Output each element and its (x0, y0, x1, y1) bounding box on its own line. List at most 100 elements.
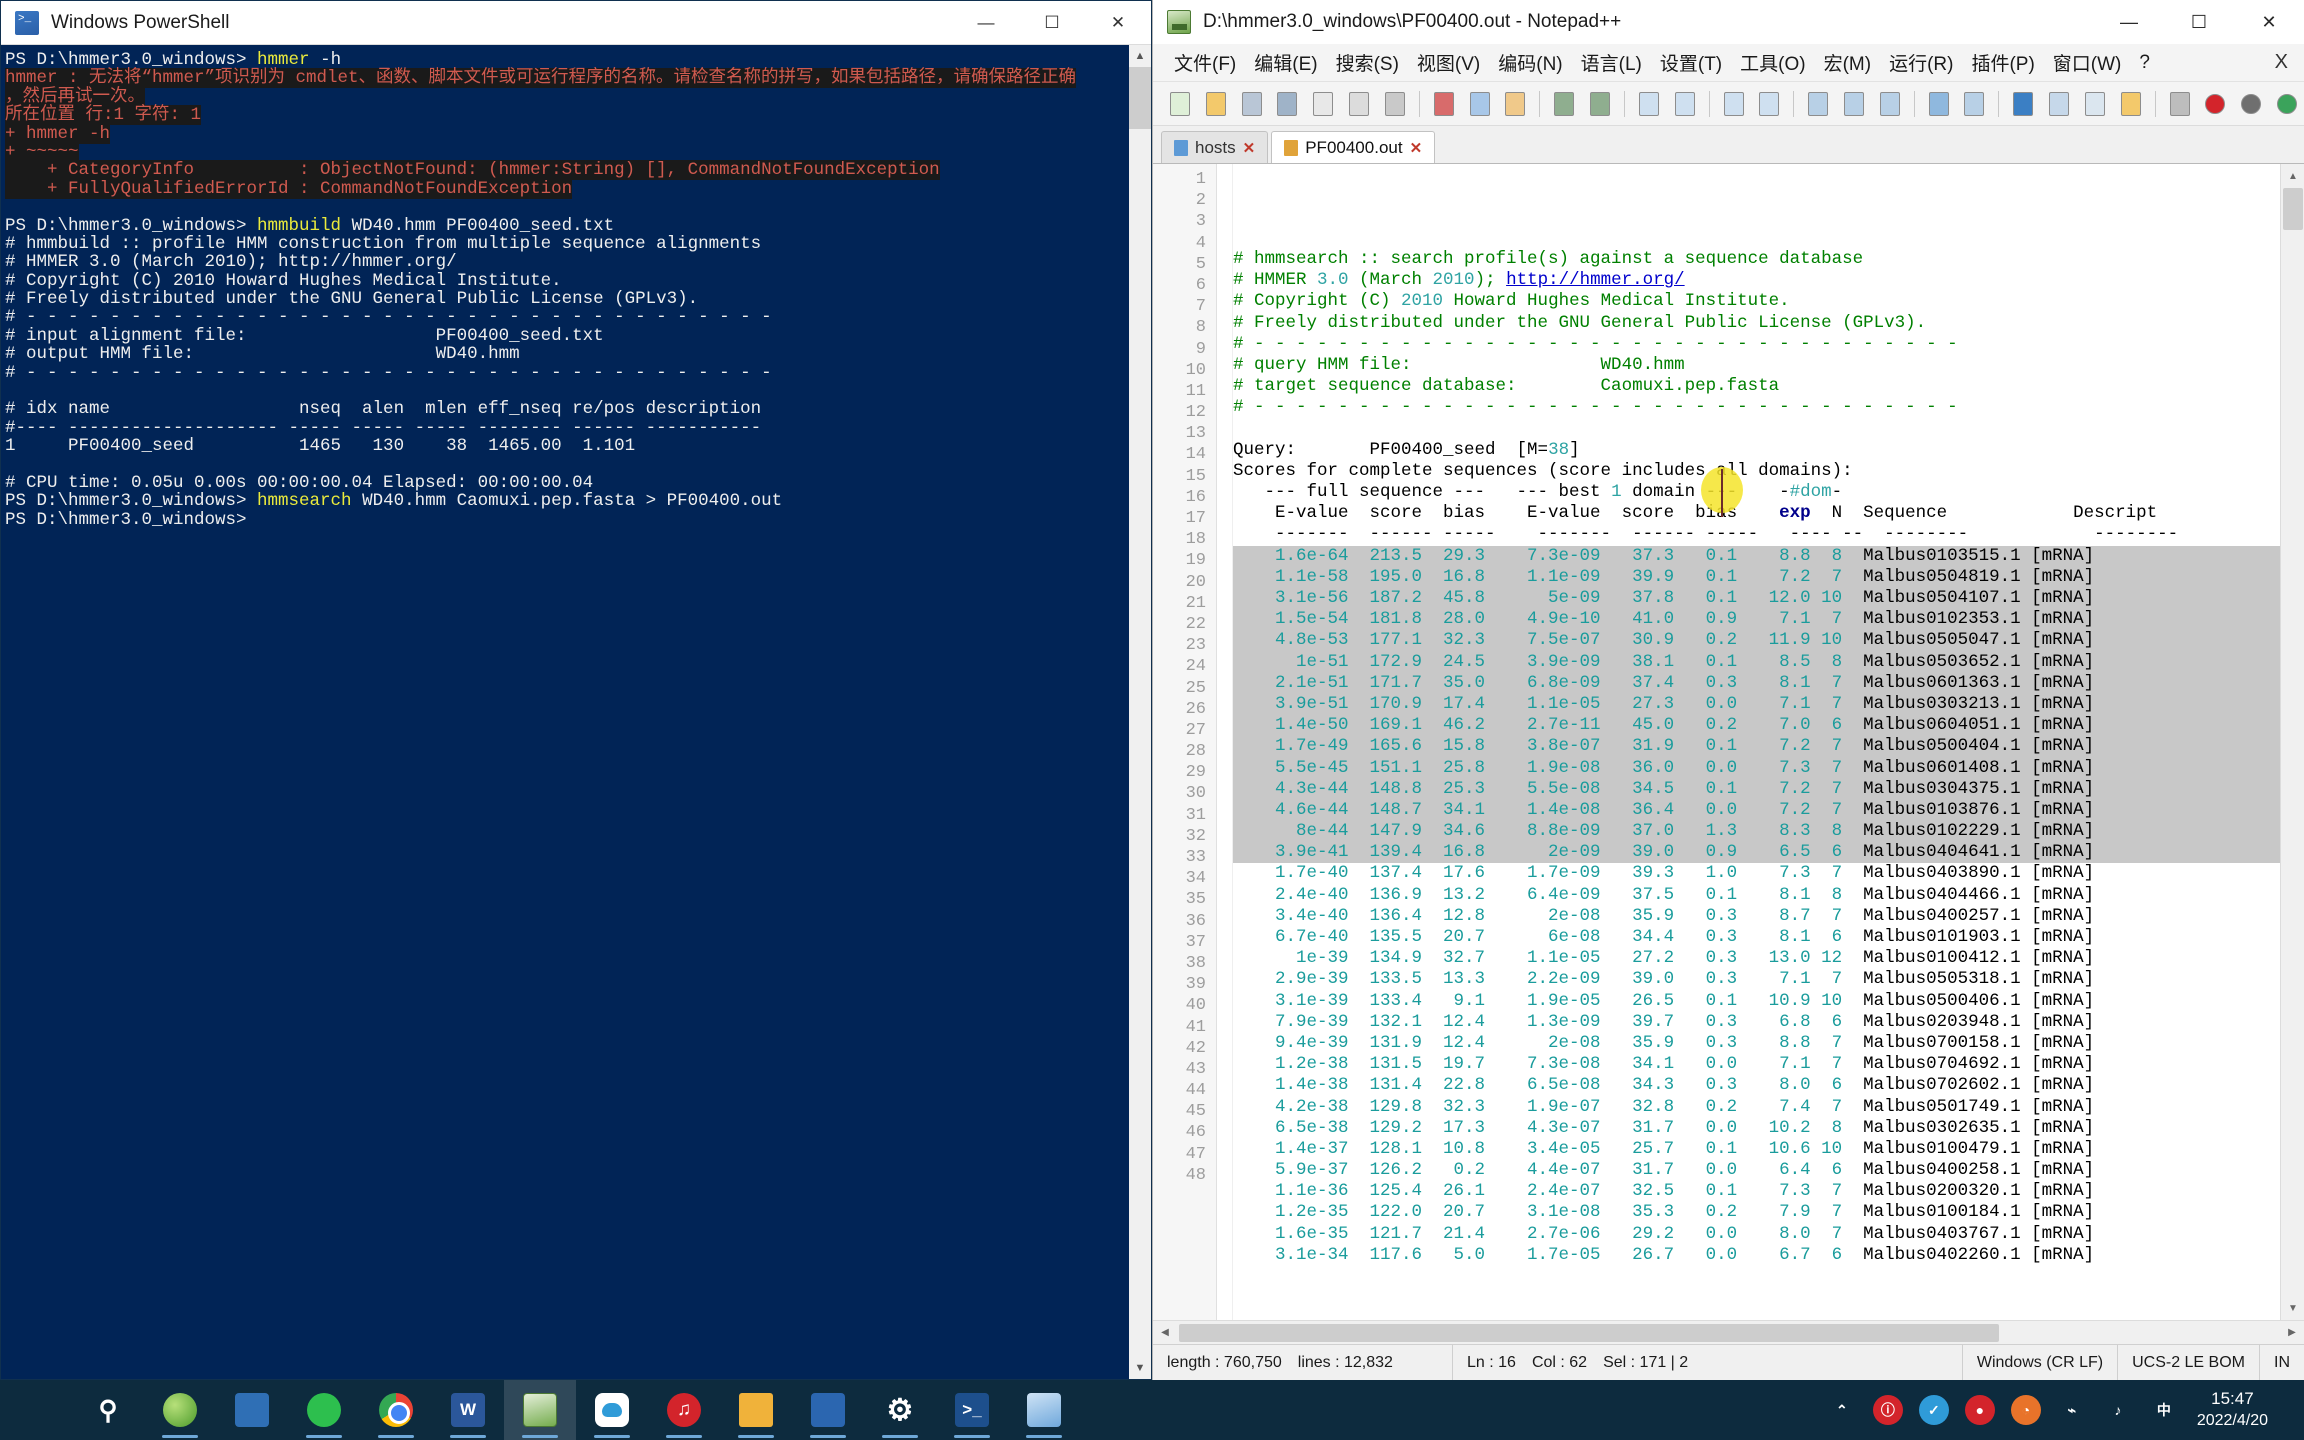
tray-shield[interactable]: ✓ (1911, 1380, 1957, 1440)
tray-qq[interactable]: ◔ (2003, 1380, 2049, 1440)
tab-close-icon[interactable]: ✕ (1410, 139, 1423, 157)
scroll-left-icon[interactable]: ◀ (1153, 1321, 1177, 1345)
save-all-icon[interactable] (1270, 87, 1304, 121)
show-desktop-button[interactable] (2286, 1380, 2296, 1440)
code-line[interactable]: 9.4e-39 131.9 12.4 2e-08 35.9 0.3 8.8 7 … (1233, 1033, 2304, 1054)
menu-item-7[interactable]: 工具(O) (1731, 45, 1814, 80)
menu-item-11[interactable]: 窗口(W) (2044, 45, 2131, 80)
search-button[interactable]: ⚲ (72, 1380, 144, 1440)
code-line[interactable]: 6.5e-38 129.2 17.3 4.3e-07 31.7 0.0 10.2… (1233, 1118, 2304, 1139)
taskbar-word[interactable]: W (432, 1380, 504, 1440)
code-line[interactable]: 1.2e-35 122.0 20.7 3.1e-08 35.3 0.2 7.9 … (1233, 1202, 2304, 1223)
code-line[interactable]: 3.1e-39 133.4 9.1 1.9e-05 26.5 0.1 10.9 … (1233, 991, 2304, 1012)
code-line[interactable]: 3.9e-41 139.4 16.8 2e-09 39.0 0.9 6.5 6 … (1233, 842, 2304, 863)
menu-item-9[interactable]: 运行(R) (1880, 45, 1962, 80)
code-line[interactable]: 3.1e-56 187.2 45.8 5e-09 37.8 0.1 12.0 1… (1233, 588, 2304, 609)
taskbar-clock[interactable]: 15:47 2022/4/20 (2187, 1388, 2286, 1432)
code-line[interactable]: 8e-44 147.9 34.6 8.8e-09 37.0 1.3 8.3 8 … (1233, 821, 2304, 842)
tab-close-icon[interactable]: ✕ (1243, 139, 1256, 157)
taskbar-ie[interactable] (144, 1380, 216, 1440)
scroll-down-icon[interactable]: ▼ (2281, 1296, 2304, 1320)
horizontal-scroll-thumb[interactable] (1179, 1324, 1999, 1342)
code-line[interactable]: 1.4e-37 128.1 10.8 3.4e-05 25.7 0.1 10.6… (1233, 1139, 2304, 1160)
vertical-scroll-thumb[interactable] (2283, 188, 2303, 230)
macro-play-icon[interactable] (2270, 87, 2304, 121)
sync-v-icon[interactable] (1801, 87, 1835, 121)
scroll-down-icon[interactable]: ▼ (1129, 1357, 1151, 1379)
all-chars-icon[interactable] (1922, 87, 1956, 121)
editor-vertical-scrollbar[interactable]: ▲ ▼ (2280, 164, 2304, 1320)
code-line[interactable]: 2.1e-51 171.7 35.0 6.8e-09 37.4 0.3 8.1 … (1233, 673, 2304, 694)
menu-item-3[interactable]: 视图(V) (1408, 45, 1489, 80)
notepadpp-close-button[interactable]: ✕ (2234, 0, 2304, 44)
code-line[interactable]: # target sequence database: Caomuxi.pep.… (1233, 376, 2304, 397)
macro-record-icon[interactable] (2199, 87, 2233, 121)
open-file-icon[interactable] (1199, 87, 1233, 121)
menu-item-8[interactable]: 宏(M) (1815, 45, 1880, 80)
code-line[interactable]: --- full sequence --- --- best 1 domain … (1233, 482, 2304, 503)
replace-icon[interactable] (1668, 87, 1702, 121)
notepadpp-minimize-button[interactable]: — (2094, 0, 2164, 44)
menu-item-2[interactable]: 搜索(S) (1327, 45, 1408, 80)
undo-icon[interactable] (1547, 87, 1581, 121)
code-line[interactable]: 1.7e-40 137.4 17.6 1.7e-09 39.3 1.0 7.3 … (1233, 863, 2304, 884)
taskbar-cloud[interactable] (576, 1380, 648, 1440)
taskbar-wechat[interactable] (288, 1380, 360, 1440)
save-icon[interactable] (1235, 87, 1269, 121)
copy-icon[interactable] (1463, 87, 1497, 121)
folder-workspace-icon[interactable] (2114, 87, 2148, 121)
taskbar-app-icons[interactable]: ⚲W♫⚙>_ (0, 1380, 1080, 1440)
powershell-maximize-button[interactable]: ☐ (1019, 1, 1085, 44)
redo-icon[interactable] (1583, 87, 1617, 121)
menu-item-1[interactable]: 编辑(E) (1245, 45, 1326, 80)
code-line[interactable]: E-value score bias E-value score bias ex… (1233, 503, 2304, 524)
scroll-up-icon[interactable]: ▲ (2281, 164, 2304, 188)
code-line[interactable]: 1e-51 172.9 24.5 3.9e-09 38.1 0.1 8.5 8 … (1233, 652, 2304, 673)
sync-h-icon[interactable] (1837, 87, 1871, 121)
code-line[interactable]: 4.8e-53 177.1 32.3 7.5e-07 30.9 0.2 11.9… (1233, 630, 2304, 651)
scroll-up-icon[interactable]: ▲ (1129, 45, 1151, 67)
status-eol-format[interactable]: Windows (CR LF) (1963, 1345, 2118, 1380)
editor-horizontal-scrollbar[interactable]: ◀ ▶ (1153, 1320, 2304, 1344)
code-line[interactable]: 3.4e-40 136.4 12.8 2e-08 35.9 0.3 8.7 7 … (1233, 906, 2304, 927)
taskbar-folder[interactable] (720, 1380, 792, 1440)
taskbar-doc-tool[interactable] (792, 1380, 864, 1440)
code-line[interactable]: 4.2e-38 129.8 32.3 1.9e-07 32.8 0.2 7.4 … (1233, 1097, 2304, 1118)
code-line[interactable]: # HMMER 3.0 (March 2010); http://hmmer.o… (1233, 270, 2304, 291)
document-text[interactable]: # hmmsearch :: search profile(s) against… (1233, 164, 2304, 1320)
zoom-in-icon[interactable] (1717, 87, 1751, 121)
notepadpp-tabbar[interactable]: hosts✕PF00400.out✕ (1153, 126, 2304, 164)
notepadpp-titlebar[interactable]: D:\hmmer3.0_windows\PF00400.out - Notepa… (1153, 0, 2304, 44)
status-insert-mode[interactable]: IN (2260, 1345, 2304, 1380)
code-line[interactable]: # query HMM file: WD40.hmm (1233, 355, 2304, 376)
tray-recording[interactable]: ● (1957, 1380, 2003, 1440)
code-line[interactable]: 5.5e-45 151.1 25.8 1.9e-08 36.0 0.0 7.3 … (1233, 758, 2304, 779)
status-encoding[interactable]: UCS-2 LE BOM (2118, 1345, 2260, 1380)
indent-guide-icon[interactable] (1958, 87, 1992, 121)
taskbar-notepadpp[interactable] (504, 1380, 576, 1440)
code-line[interactable]: # Freely distributed under the GNU Gener… (1233, 313, 2304, 334)
powershell-scrollbar[interactable]: ▲ ▼ (1129, 45, 1151, 1379)
notepadpp-window[interactable]: D:\hmmer3.0_windows\PF00400.out - Notepa… (1152, 0, 2304, 1380)
start-button[interactable] (0, 1380, 72, 1440)
code-line[interactable]: 1e-39 134.9 32.7 1.1e-05 27.2 0.3 13.0 1… (1233, 948, 2304, 969)
code-line[interactable]: 2.9e-39 133.5 13.3 2.2e-09 39.0 0.3 7.1 … (1233, 969, 2304, 990)
menu-item-6[interactable]: 设置(T) (1651, 45, 1731, 80)
zoom-out-icon[interactable] (1752, 87, 1786, 121)
tray-netease[interactable]: ⓘ (1865, 1380, 1911, 1440)
code-line[interactable]: # Copyright (C) 2010 Howard Hughes Medic… (1233, 291, 2304, 312)
code-line[interactable]: 2.4e-40 136.9 13.2 6.4e-09 37.5 0.1 8.1 … (1233, 885, 2304, 906)
code-line[interactable]: 1.5e-54 181.8 28.0 4.9e-10 41.0 0.9 7.1 … (1233, 609, 2304, 630)
tray-ime[interactable]: 中 (2141, 1380, 2187, 1440)
menu-item-10[interactable]: 插件(P) (1962, 45, 2043, 80)
notepadpp-toolbar[interactable] (1153, 82, 2304, 126)
powershell-close-button[interactable]: ✕ (1085, 1, 1151, 44)
notepadpp-close-document-button[interactable]: X (2275, 51, 2288, 74)
scroll-right-icon[interactable]: ▶ (2280, 1321, 2304, 1345)
code-line[interactable]: 3.1e-34 117.6 5.0 1.7e-05 26.7 0.0 6.7 6… (1233, 1245, 2304, 1266)
windows-taskbar[interactable]: ⚲W♫⚙>_ ⌃ⓘ✓●◔⌁♪中 15:47 2022/4/20 (0, 1380, 2304, 1440)
code-line[interactable]: 1.4e-38 131.4 22.8 6.5e-08 34.3 0.3 8.0 … (1233, 1075, 2304, 1096)
notepadpp-menubar[interactable]: 文件(F)编辑(E)搜索(S)视图(V)编码(N)语言(L)设置(T)工具(O)… (1153, 44, 2304, 82)
tray-volume[interactable]: ♪ (2095, 1380, 2141, 1440)
monitor-icon[interactable] (2163, 87, 2197, 121)
